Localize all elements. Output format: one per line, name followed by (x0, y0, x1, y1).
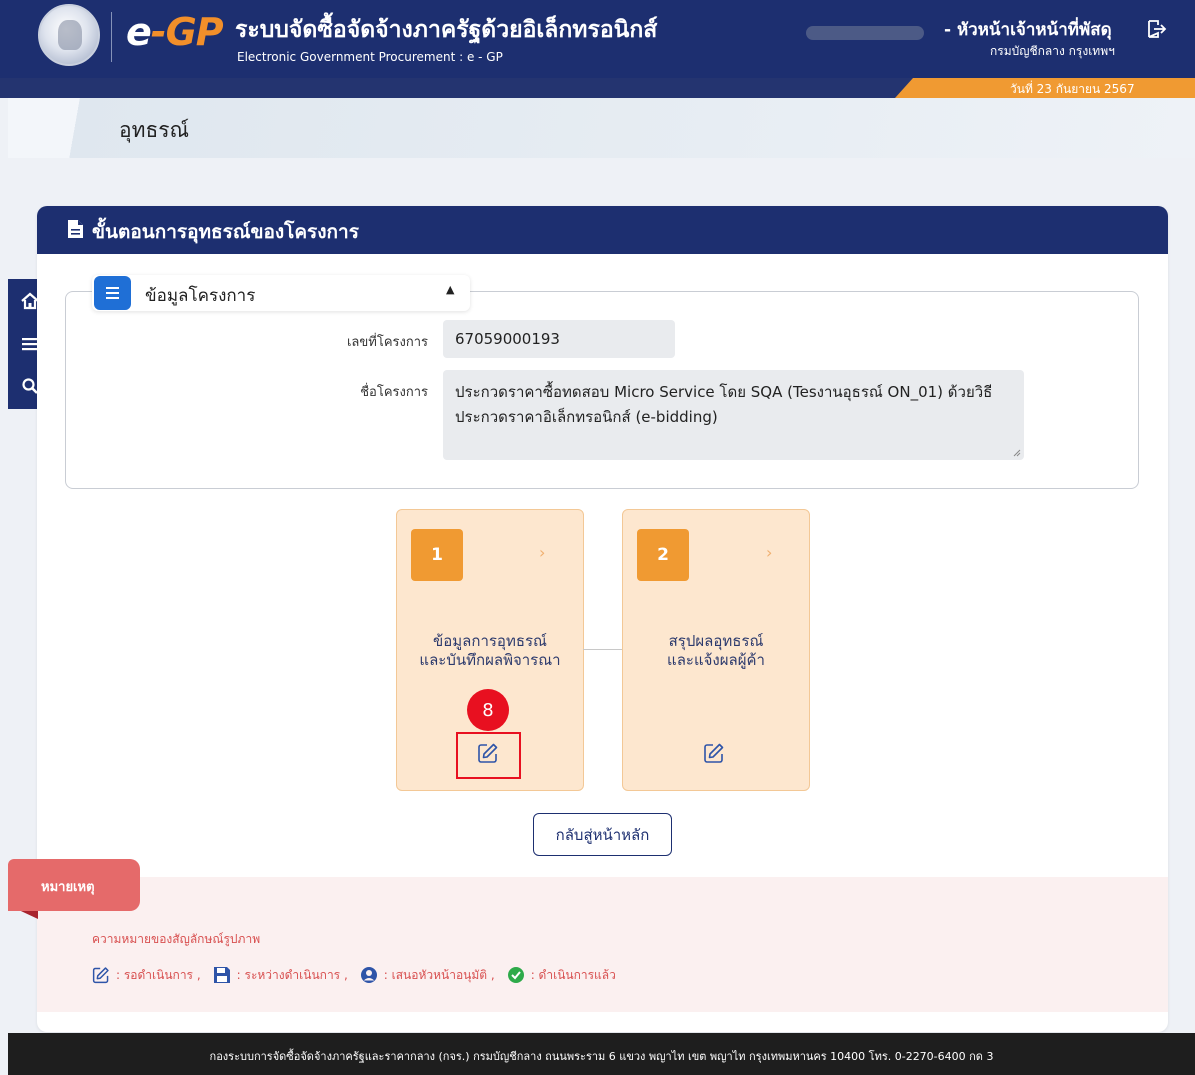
page-title: อุทธรณ์ (119, 118, 190, 142)
logout-icon[interactable] (1145, 18, 1167, 40)
legend-item-pending: : รอดำเนินการ , (92, 966, 201, 985)
project-number-value: 67059000193 (455, 330, 560, 348)
legend-text-approval: : เสนอหัวหน้าอนุมัติ , (383, 967, 495, 982)
project-name-field: ประกวดราคาซื้อทดสอบ Micro Service โดย SQ… (443, 370, 1024, 460)
legend-text-done: : ดำเนินการแล้ว (530, 967, 616, 982)
back-to-home-button[interactable]: กลับสู่หน้าหลัก (533, 813, 672, 856)
legend-item-done: : ดำเนินการแล้ว (507, 966, 616, 985)
project-name-label: ชื่อโครงการ (360, 385, 428, 400)
edit-icon[interactable] (703, 742, 727, 766)
save-icon (213, 967, 230, 983)
document-icon (67, 219, 84, 239)
legend-row: : รอดำเนินการ , : ระหว่างดำเนินการ , : เ… (92, 962, 628, 988)
footer-text: กองระบบการจัดซื้อจัดจ้างภาครัฐและราคากลา… (209, 1050, 994, 1063)
resize-handle-icon[interactable] (1013, 449, 1021, 457)
logo-gp: GP (165, 10, 224, 54)
remarks-tab-label: หมายเหตุ (41, 880, 95, 895)
government-seal-icon (38, 4, 100, 66)
user-name-redacted (806, 26, 924, 40)
logo-dash: - (150, 10, 167, 54)
project-info-label: ข้อมูลโครงการ (145, 286, 256, 306)
step-connector (583, 649, 623, 650)
system-subtitle: Electronic Government Procurement : e - … (237, 50, 503, 64)
project-name-value: ประกวดราคาซื้อทดสอบ Micro Service โดย SQ… (455, 383, 993, 426)
project-number-field: 67059000193 (443, 320, 675, 358)
user-organization: กรมบัญชีกลาง กรุงเทพฯ (990, 44, 1115, 58)
legend-item-approval: : เสนอหัวหน้าอนุมัติ , (360, 966, 495, 985)
step-number-1: 1 (411, 529, 463, 581)
current-date: วันที่ 23 กันยายน 2567 (1010, 82, 1135, 96)
user-role: - หัวหน้าเจ้าหน้าที่พัสดุ (944, 20, 1112, 40)
annotation-marker: 8 (467, 689, 509, 731)
egp-logo[interactable]: e-GP (126, 10, 224, 54)
step-label-1: ข้อมูลการอุทธรณ์ และบันทึกผลพิจารณา (396, 632, 584, 670)
list-icon (94, 276, 131, 310)
collapse-caret-icon[interactable]: ▲ (446, 283, 454, 296)
step-label-2-line2: และแจ้งผลผู้ค้า (667, 651, 765, 669)
step-number-2: 2 (637, 529, 689, 581)
step-label-1-line2: และบันทึกผลพิจารณา (419, 651, 561, 669)
logo-e: e (126, 10, 152, 54)
edit-icon (92, 967, 109, 984)
step-label-1-line1: ข้อมูลการอุทธรณ์ (433, 632, 547, 650)
card-title: ขั้นตอนการอุทธรณ์ของโครงการ (92, 221, 359, 243)
check-circle-icon (507, 967, 524, 983)
step-label-2-line1: สรุปผลอุทธรณ์ (668, 632, 764, 650)
legend-item-in-progress: : ระหว่างดำเนินการ , (213, 966, 348, 985)
step-label-2: สรุปผลอุทธรณ์ และแจ้งผลผู้ค้า (622, 632, 810, 670)
system-title: ระบบจัดซื้อจัดจ้างภาครัฐด้วยอิเล็กทรอนิก… (235, 17, 658, 43)
header-divider (111, 12, 112, 62)
legend-text-in-progress: : ระหว่างดำเนินการ , (236, 967, 348, 982)
user-circle-icon (360, 967, 377, 983)
chevron-right-icon: › (539, 543, 546, 562)
legend-text-pending: : รอดำเนินการ , (116, 967, 201, 982)
legend-title: ความหมายของสัญลักษณ์รูปภาพ (92, 932, 261, 946)
project-number-label: เลขที่โครงการ (346, 335, 428, 350)
chevron-right-icon: › (766, 543, 773, 562)
annotation-highlight-box (456, 732, 521, 779)
